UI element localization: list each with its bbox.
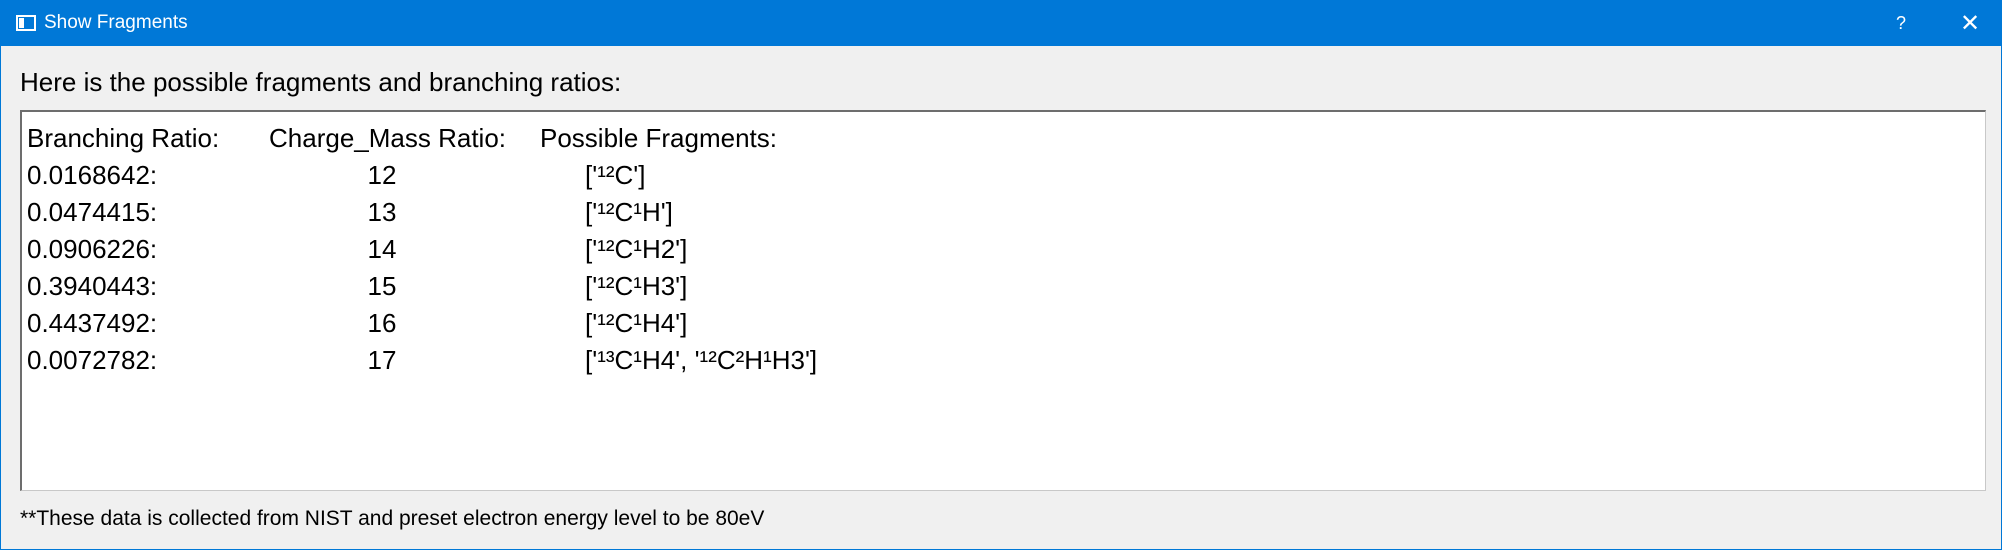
fragments-value: ['¹²C¹H3'] [585, 271, 688, 301]
fragments-value: ['¹³C¹H4', '¹²C²H¹H3'] [585, 345, 818, 375]
charge-mass-value: 17 [367, 345, 397, 375]
close-button[interactable]: ✕ [1940, 1, 2000, 46]
branching-ratio-value: 0.0072782: [27, 345, 158, 375]
fragments-value: ['¹²C¹H'] [585, 197, 673, 227]
footer-note: **These data is collected from NIST and … [20, 507, 765, 530]
fragments-value: ['¹²C¹H2'] [585, 234, 688, 264]
title-bar[interactable]: Show Fragments ? ✕ [1, 1, 2001, 46]
charge-mass-value: 12 [367, 160, 397, 190]
charge-mass-value: 15 [367, 271, 397, 301]
branching-ratio-value: 0.0168642: [27, 160, 158, 190]
help-button[interactable]: ? [1871, 1, 1931, 46]
branching-ratio-value: 0.0906226: [27, 234, 158, 264]
fragments-value: ['¹²C¹H4'] [585, 308, 688, 338]
close-icon: ✕ [1959, 10, 1981, 37]
help-icon: ? [1895, 13, 1906, 33]
fragments-value: ['¹²C'] [585, 160, 646, 190]
fragments-text-area[interactable]: Branching Ratio: Charge_Mass Ratio: Poss… [20, 110, 1986, 491]
branching-ratio-value: 0.3940443: [27, 271, 158, 301]
charge-mass-value: 16 [367, 308, 397, 338]
charge-mass-value: 13 [367, 197, 397, 227]
charge-mass-ratio-header: Charge_Mass Ratio: [269, 123, 506, 153]
branching-ratio-value: 0.4437492: [27, 308, 158, 338]
window-title: Show Fragments [44, 12, 188, 33]
branching-ratio-header: Branching Ratio: [27, 123, 220, 153]
window-icon [16, 15, 36, 31]
header-label: Here is the possible fragments and branc… [20, 67, 622, 97]
branching-ratio-value: 0.0474415: [27, 197, 158, 227]
possible-fragments-header: Possible Fragments: [540, 123, 777, 153]
show-fragments-window: Show Fragments ? ✕ Here is the possible … [0, 0, 2002, 550]
charge-mass-value: 14 [367, 234, 397, 264]
